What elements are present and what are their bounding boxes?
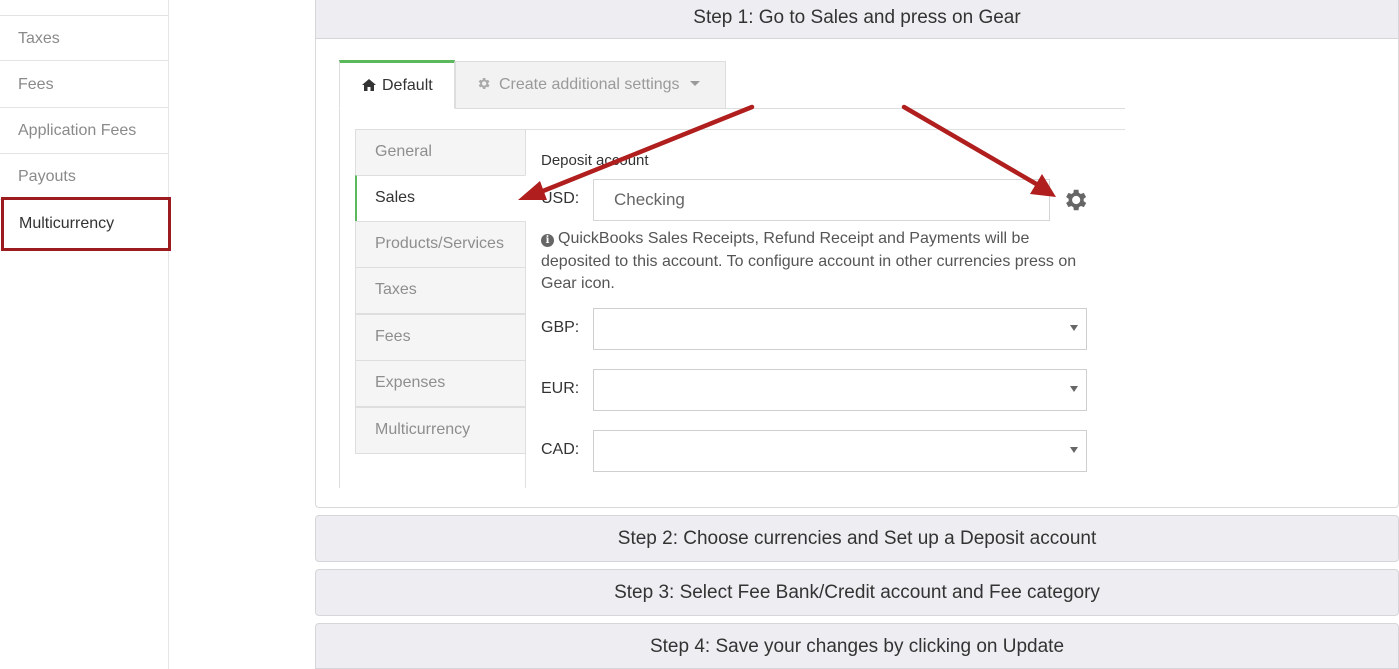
step3-header[interactable]: Step 3: Select Fee Bank/Credit account a…: [315, 569, 1399, 616]
sidebar-item-taxes[interactable]: Taxes: [0, 15, 168, 61]
gear-icon[interactable]: [1061, 186, 1089, 214]
sidebar-item-application-fees[interactable]: Application Fees: [0, 108, 168, 154]
vnav-item-taxes[interactable]: Taxes: [355, 267, 526, 314]
info-message: QuickBooks Sales Receipts, Refund Receip…: [541, 230, 1077, 292]
dropdown-arrow-icon: [1070, 447, 1078, 453]
inner-border: [339, 109, 340, 488]
settings-sidebar: Taxes Fees Application Fees Payouts Mult…: [0, 0, 171, 669]
content-divider: [526, 129, 1125, 130]
vnav-item-multicurrency[interactable]: Multicurrency: [355, 407, 526, 454]
eur-account-select[interactable]: [593, 369, 1087, 411]
step1-header[interactable]: Step 1: Go to Sales and press on Gear: [315, 0, 1399, 39]
dropdown-arrow-icon: [1070, 325, 1078, 331]
tab-create-additional-settings[interactable]: Create additional settings: [455, 61, 726, 108]
gbp-label: GBP:: [541, 319, 580, 336]
vnav-item-sales[interactable]: Sales: [355, 175, 526, 222]
cad-account-select[interactable]: [593, 430, 1087, 472]
usd-label: USD:: [541, 190, 580, 207]
usd-account-field[interactable]: Checking: [593, 179, 1050, 221]
tabs-divider: [339, 108, 1125, 109]
gbp-account-select[interactable]: [593, 308, 1087, 350]
sidebar-item-fees[interactable]: Fees: [0, 62, 168, 108]
tab-default-label: Default: [382, 77, 433, 94]
gear-icon: [478, 78, 490, 89]
vnav-item-products-services[interactable]: Products/Services: [355, 221, 526, 268]
cad-label: CAD:: [541, 441, 580, 458]
caret-down-icon: [689, 81, 700, 86]
vnav-item-expenses[interactable]: Expenses: [355, 360, 526, 407]
info-icon: i: [541, 234, 554, 247]
step2-header[interactable]: Step 2: Choose currencies and Set up a D…: [315, 515, 1399, 562]
dropdown-arrow-icon: [1070, 386, 1078, 392]
tab-default[interactable]: Default: [339, 60, 455, 109]
deposit-info-text: i QuickBooks Sales Receipts, Refund Recei…: [541, 228, 1097, 296]
tab-create-label: Create additional settings: [499, 76, 680, 93]
sidebar-item-multicurrency[interactable]: Multicurrency: [1, 197, 171, 251]
sidebar-item-payouts[interactable]: Payouts: [0, 154, 168, 200]
vnav-item-fees[interactable]: Fees: [355, 314, 526, 361]
vnav-item-general[interactable]: General: [355, 129, 526, 176]
home-icon: [362, 79, 376, 91]
deposit-account-label: Deposit account: [541, 152, 649, 169]
eur-label: EUR:: [541, 380, 580, 397]
step4-header[interactable]: Step 4: Save your changes by clicking on…: [315, 623, 1399, 669]
